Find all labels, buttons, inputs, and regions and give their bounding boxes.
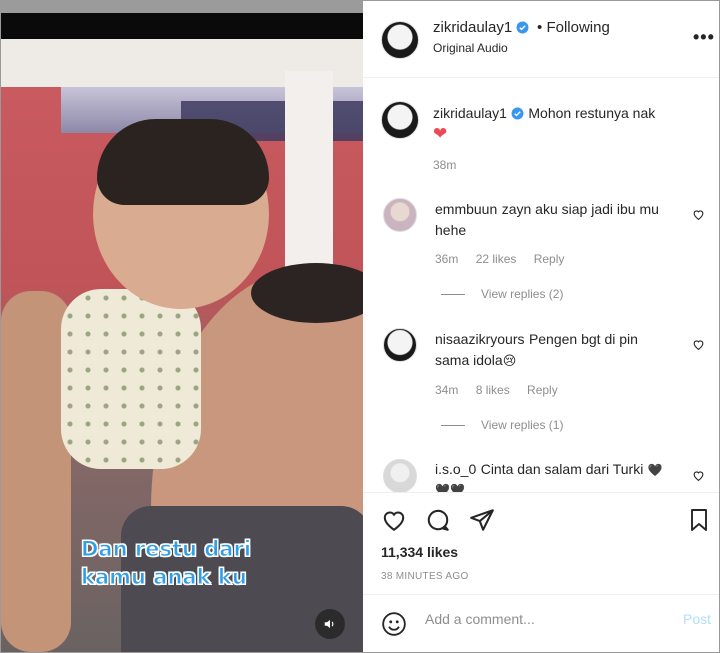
post-sidebar: zikridaulay1 • Following Original Audio … (363, 1, 719, 652)
caption-avatar[interactable] (381, 101, 419, 139)
comment-username[interactable]: i.s.o_0 (435, 461, 476, 477)
comment-bubble-icon[interactable] (425, 507, 451, 533)
author-username-row: zikridaulay1 (433, 19, 529, 36)
comment-username[interactable]: emmbuun (435, 201, 497, 217)
like-comment-heart-icon[interactable] (692, 469, 705, 482)
add-comment-input[interactable]: Add a comment... (425, 611, 535, 627)
replies-divider (441, 425, 465, 427)
comment-emoji: 😢 (502, 353, 517, 368)
comment-avatar[interactable] (383, 198, 417, 232)
video-caption-line-2: kamu anak ku (81, 565, 248, 590)
view-replies-button[interactable]: View replies (1) (441, 418, 563, 432)
view-replies-button[interactable]: View replies (2) (441, 287, 563, 301)
caption-time[interactable]: 38m (433, 158, 456, 172)
like-heart-icon[interactable] (381, 507, 407, 533)
separator-dot: • (537, 19, 543, 36)
comment-likes[interactable]: 22 likes (476, 252, 517, 266)
caption-username[interactable]: zikridaulay1 (433, 105, 507, 121)
video-top-strip (1, 1, 363, 13)
comment-body: i.s.o_0 Cinta dan salam dari Turki 🖤🖤🖤 (435, 459, 665, 492)
view-replies-label[interactable]: View replies (1) (481, 418, 563, 432)
author-avatar[interactable] (381, 21, 419, 59)
comment-avatar[interactable] (383, 459, 417, 492)
post-modal: Dan restu dari kamu anak ku zikridaulay1… (0, 0, 720, 653)
comment-body: nisaazikryours Pengen bgt di pin sama id… (435, 329, 665, 371)
comment-avatar[interactable] (383, 328, 417, 362)
author-username[interactable]: zikridaulay1 (433, 19, 512, 36)
audio-label[interactable]: Original Audio (433, 41, 508, 55)
reply-button[interactable]: Reply (534, 252, 565, 266)
view-replies-label[interactable]: View replies (2) (481, 287, 563, 301)
video-caption: Dan restu dari kamu anak ku (81, 535, 301, 591)
follow-status[interactable]: • Following (537, 19, 610, 36)
post-actions: 11,334 likes 38 MINUTES AGO (363, 492, 719, 595)
comment-time[interactable]: 36m (435, 252, 458, 266)
caption-meta: 38m (433, 158, 470, 172)
following-button[interactable]: Following (546, 19, 609, 36)
verified-badge-icon (511, 107, 524, 120)
comments-list[interactable]: zikridaulay1 Mohon restunya nak ❤ 38m em… (363, 78, 719, 492)
comment-likes[interactable]: 8 likes (476, 383, 510, 397)
post-timestamp[interactable]: 38 MINUTES AGO (381, 571, 469, 582)
video-letterbox (1, 13, 363, 39)
comment-text: Cinta dan salam dari Turki (480, 461, 644, 477)
volume-icon (324, 619, 334, 629)
volume-button[interactable] (315, 609, 345, 639)
replies-divider (441, 294, 465, 296)
more-options-button[interactable]: ••• (693, 27, 715, 48)
comment-body: emmbuun zayn aku siap jadi ibu mu hehe (435, 199, 665, 241)
video-caption-line-1: Dan restu dari (81, 537, 252, 562)
caption-heart-emoji: ❤ (433, 124, 448, 143)
caption-text: Mohon restunya nak (528, 105, 656, 121)
post-comment-button[interactable]: Post (683, 611, 711, 627)
save-bookmark-icon[interactable] (687, 507, 711, 533)
verified-badge-icon (516, 21, 529, 34)
likes-count[interactable]: 11,334 likes (381, 544, 458, 560)
like-comment-heart-icon[interactable] (692, 338, 705, 351)
comment-meta: 36m 22 likes Reply (435, 252, 578, 266)
comment-username[interactable]: nisaazikryours (435, 331, 524, 347)
comment-time[interactable]: 34m (435, 383, 458, 397)
video-player[interactable]: Dan restu dari kamu anak ku (1, 1, 363, 652)
caption-body: zikridaulay1 Mohon restunya nak ❤ (433, 103, 703, 145)
reply-button[interactable]: Reply (527, 383, 558, 397)
like-comment-heart-icon[interactable] (692, 208, 705, 221)
add-comment-bar: Add a comment... Post (363, 594, 719, 652)
post-header: zikridaulay1 • Following Original Audio … (363, 1, 719, 78)
video-scene-baby-body (61, 289, 201, 469)
share-paper-plane-icon[interactable] (469, 507, 495, 533)
video-scene-baby-hair (97, 119, 269, 205)
comment-meta: 34m 8 likes Reply (435, 383, 572, 397)
emoji-icon[interactable] (381, 611, 407, 637)
